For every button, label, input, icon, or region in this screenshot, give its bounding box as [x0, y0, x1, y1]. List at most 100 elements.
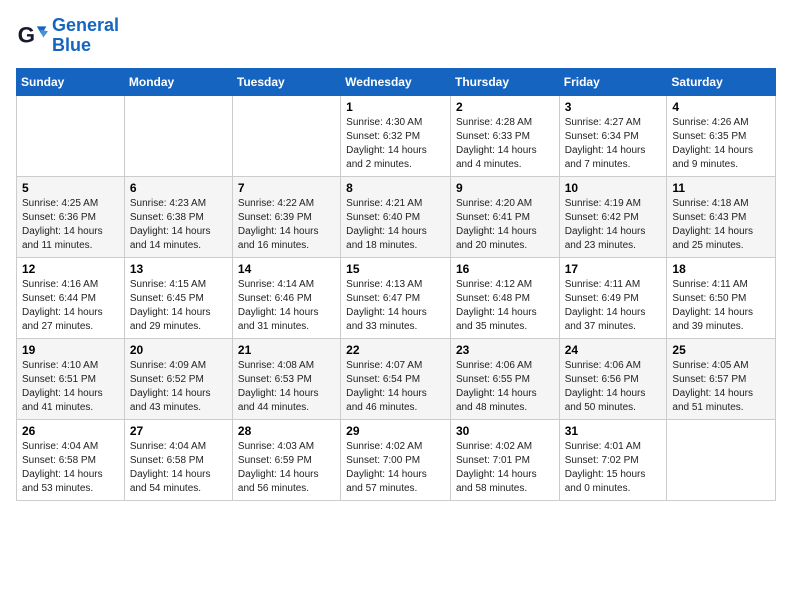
day-of-week-header: Wednesday [341, 68, 451, 95]
day-number: 1 [346, 100, 445, 114]
day-info: Sunrise: 4:18 AM Sunset: 6:43 PM Dayligh… [672, 197, 770, 253]
calendar-day-cell: 23Sunrise: 4:06 AM Sunset: 6:55 PM Dayli… [450, 338, 559, 419]
day-of-week-header: Monday [124, 68, 232, 95]
calendar-day-cell [667, 419, 776, 500]
page-header: G General Blue [16, 16, 776, 56]
day-number: 24 [565, 343, 662, 357]
calendar-day-cell: 9 Sunrise: 4:20 AM Sunset: 6:41 PM Daylig… [450, 176, 559, 257]
calendar-day-cell: 1 Sunrise: 4:30 AM Sunset: 6:32 PM Daylig… [341, 95, 451, 176]
day-number: 13 [130, 262, 227, 276]
day-info: Sunrise: 4:06 AM Sunset: 6:56 PM Dayligh… [565, 359, 662, 415]
calendar-week-row: 5 Sunrise: 4:25 AM Sunset: 6:36 PM Daylig… [17, 176, 776, 257]
day-info: Sunrise: 4:07 AM Sunset: 6:54 PM Dayligh… [346, 359, 445, 415]
day-number: 26 [22, 424, 119, 438]
calendar-day-cell: 14Sunrise: 4:14 AM Sunset: 6:46 PM Dayli… [232, 257, 340, 338]
calendar-day-cell: 25 Sunrise: 4:05 AM Sunset: 6:57 PM Dayli… [667, 338, 776, 419]
day-info: Sunrise: 4:16 AM Sunset: 6:44 PM Dayligh… [22, 278, 119, 334]
day-of-week-header: Friday [559, 68, 667, 95]
day-info: Sunrise: 4:15 AM Sunset: 6:45 PM Dayligh… [130, 278, 227, 334]
day-info: Sunrise: 4:20 AM Sunset: 6:41 PM Dayligh… [456, 197, 554, 253]
calendar-day-cell: 26Sunrise: 4:04 AM Sunset: 6:58 PM Dayli… [17, 419, 125, 500]
calendar-table: SundayMondayTuesdayWednesdayThursdayFrid… [16, 68, 776, 501]
day-number: 25 [672, 343, 770, 357]
day-info: Sunrise: 4:02 AM Sunset: 7:00 PM Dayligh… [346, 440, 445, 496]
calendar-day-cell: 28Sunrise: 4:03 AM Sunset: 6:59 PM Dayli… [232, 419, 340, 500]
day-number: 20 [130, 343, 227, 357]
calendar-day-cell: 2 Sunrise: 4:28 AM Sunset: 6:33 PM Daylig… [450, 95, 559, 176]
day-number: 30 [456, 424, 554, 438]
calendar-day-cell: 31Sunrise: 4:01 AM Sunset: 7:02 PM Dayli… [559, 419, 667, 500]
calendar-day-cell: 21 Sunrise: 4:08 AM Sunset: 6:53 PM Dayli… [232, 338, 340, 419]
calendar-day-cell [232, 95, 340, 176]
day-info: Sunrise: 4:01 AM Sunset: 7:02 PM Dayligh… [565, 440, 662, 496]
day-info: Sunrise: 4:14 AM Sunset: 6:46 PM Dayligh… [238, 278, 335, 334]
day-info: Sunrise: 4:30 AM Sunset: 6:32 PM Dayligh… [346, 116, 445, 172]
day-number: 3 [565, 100, 662, 114]
calendar-day-cell: 3 Sunrise: 4:27 AM Sunset: 6:34 PM Daylig… [559, 95, 667, 176]
day-of-week-header: Sunday [17, 68, 125, 95]
day-info: Sunrise: 4:28 AM Sunset: 6:33 PM Dayligh… [456, 116, 554, 172]
day-number: 10 [565, 181, 662, 195]
day-number: 29 [346, 424, 445, 438]
calendar-day-cell: 20 Sunrise: 4:09 AM Sunset: 6:52 PM Dayli… [124, 338, 232, 419]
day-number: 18 [672, 262, 770, 276]
calendar-day-cell: 19 Sunrise: 4:10 AM Sunset: 6:51 PM Dayli… [17, 338, 125, 419]
day-number: 21 [238, 343, 335, 357]
calendar-day-cell: 8 Sunrise: 4:21 AM Sunset: 6:40 PM Daylig… [341, 176, 451, 257]
day-info: Sunrise: 4:21 AM Sunset: 6:40 PM Dayligh… [346, 197, 445, 253]
day-number: 17 [565, 262, 662, 276]
day-info: Sunrise: 4:08 AM Sunset: 6:53 PM Dayligh… [238, 359, 335, 415]
day-info: Sunrise: 4:13 AM Sunset: 6:47 PM Dayligh… [346, 278, 445, 334]
day-info: Sunrise: 4:12 AM Sunset: 6:48 PM Dayligh… [456, 278, 554, 334]
day-number: 28 [238, 424, 335, 438]
calendar-day-cell: 27 Sunrise: 4:04 AM Sunset: 6:58 PM Dayli… [124, 419, 232, 500]
day-number: 2 [456, 100, 554, 114]
day-of-week-header: Saturday [667, 68, 776, 95]
day-number: 11 [672, 181, 770, 195]
day-number: 19 [22, 343, 119, 357]
calendar-day-cell: 12 Sunrise: 4:16 AM Sunset: 6:44 PM Dayli… [17, 257, 125, 338]
calendar-day-cell: 24 Sunrise: 4:06 AM Sunset: 6:56 PM Dayli… [559, 338, 667, 419]
day-info: Sunrise: 4:06 AM Sunset: 6:55 PM Dayligh… [456, 359, 554, 415]
calendar-day-cell [17, 95, 125, 176]
calendar-day-cell: 4 Sunrise: 4:26 AM Sunset: 6:35 PM Daylig… [667, 95, 776, 176]
day-number: 22 [346, 343, 445, 357]
calendar-day-cell: 22 Sunrise: 4:07 AM Sunset: 6:54 PM Dayli… [341, 338, 451, 419]
calendar-day-cell: 17Sunrise: 4:11 AM Sunset: 6:49 PM Dayli… [559, 257, 667, 338]
day-number: 9 [456, 181, 554, 195]
logo-icon: G [16, 20, 48, 52]
day-info: Sunrise: 4:11 AM Sunset: 6:50 PM Dayligh… [672, 278, 770, 334]
logo-text: General Blue [52, 16, 119, 56]
calendar-day-cell: 5 Sunrise: 4:25 AM Sunset: 6:36 PM Daylig… [17, 176, 125, 257]
day-number: 5 [22, 181, 119, 195]
day-info: Sunrise: 4:04 AM Sunset: 6:58 PM Dayligh… [130, 440, 227, 496]
day-number: 7 [238, 181, 335, 195]
calendar-day-cell: 15Sunrise: 4:13 AM Sunset: 6:47 PM Dayli… [341, 257, 451, 338]
calendar-day-cell: 11 Sunrise: 4:18 AM Sunset: 6:43 PM Dayli… [667, 176, 776, 257]
calendar-day-cell [124, 95, 232, 176]
day-number: 16 [456, 262, 554, 276]
calendar-day-cell: 6Sunrise: 4:23 AM Sunset: 6:38 PM Daylig… [124, 176, 232, 257]
day-info: Sunrise: 4:25 AM Sunset: 6:36 PM Dayligh… [22, 197, 119, 253]
day-number: 12 [22, 262, 119, 276]
svg-text:G: G [18, 22, 35, 47]
day-info: Sunrise: 4:22 AM Sunset: 6:39 PM Dayligh… [238, 197, 335, 253]
day-info: Sunrise: 4:10 AM Sunset: 6:51 PM Dayligh… [22, 359, 119, 415]
logo: G General Blue [16, 16, 119, 56]
day-number: 6 [130, 181, 227, 195]
calendar-week-row: 1 Sunrise: 4:30 AM Sunset: 6:32 PM Daylig… [17, 95, 776, 176]
day-number: 27 [130, 424, 227, 438]
calendar-header-row: SundayMondayTuesdayWednesdayThursdayFrid… [17, 68, 776, 95]
day-info: Sunrise: 4:05 AM Sunset: 6:57 PM Dayligh… [672, 359, 770, 415]
day-info: Sunrise: 4:27 AM Sunset: 6:34 PM Dayligh… [565, 116, 662, 172]
calendar-day-cell: 10Sunrise: 4:19 AM Sunset: 6:42 PM Dayli… [559, 176, 667, 257]
calendar-day-cell: 29 Sunrise: 4:02 AM Sunset: 7:00 PM Dayli… [341, 419, 451, 500]
day-of-week-header: Thursday [450, 68, 559, 95]
calendar-week-row: 26 Sunrise: 4:04 AM Sunset: 6:58 PM Dayli… [17, 419, 776, 500]
day-info: Sunrise: 4:26 AM Sunset: 6:35 PM Dayligh… [672, 116, 770, 172]
calendar-day-cell: 7 Sunrise: 4:22 AM Sunset: 6:39 PM Daylig… [232, 176, 340, 257]
day-number: 4 [672, 100, 770, 114]
day-of-week-header: Tuesday [232, 68, 340, 95]
day-number: 8 [346, 181, 445, 195]
day-info: Sunrise: 4:09 AM Sunset: 6:52 PM Dayligh… [130, 359, 227, 415]
